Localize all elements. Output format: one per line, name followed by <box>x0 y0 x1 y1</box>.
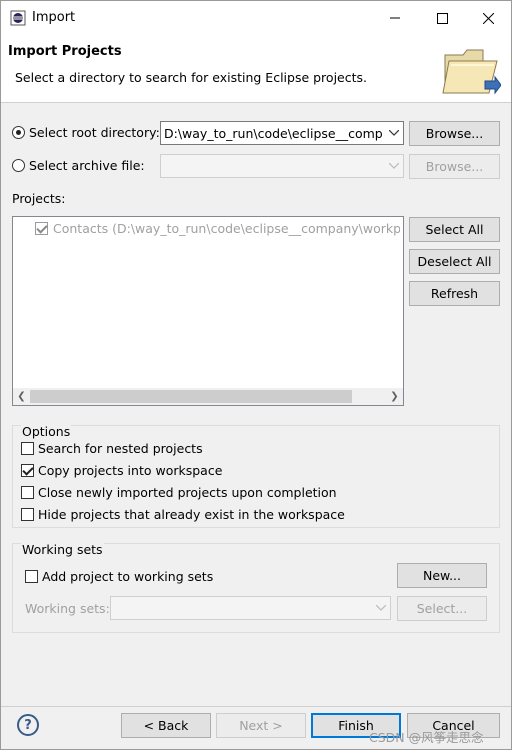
root-directory-combo[interactable]: D:\way_to_run\code\eclipse__company\work… <box>160 121 404 145</box>
scroll-left-icon[interactable]: ❮ <box>13 388 30 405</box>
hide-projects-label: Hide projects that already exist in the … <box>38 507 345 522</box>
page-title: Import Projects <box>8 44 122 59</box>
copy-projects-label: Copy projects into workspace <box>38 463 223 478</box>
close-button[interactable] <box>465 1 511 35</box>
nested-projects-label: Search for nested projects <box>38 441 203 456</box>
back-button[interactable]: < Back <box>121 713 211 738</box>
project-label: Contacts (D:\way_to_run\code\eclipse__co… <box>53 221 400 236</box>
new-working-set-button[interactable]: New... <box>397 563 487 588</box>
help-icon[interactable]: ? <box>17 714 39 736</box>
next-button[interactable]: Next > <box>216 713 306 738</box>
options-title: Options <box>21 424 72 439</box>
browse-archive-button[interactable]: Browse... <box>409 154 500 179</box>
root-directory-value: D:\way_to_run\code\eclipse__company\work… <box>164 125 383 141</box>
eclipse-icon <box>10 10 26 26</box>
refresh-button[interactable]: Refresh <box>409 281 500 306</box>
close-icon <box>482 12 494 24</box>
nested-projects-checkbox[interactable] <box>21 442 34 455</box>
wizard-header: Import Projects Select a directory to se… <box>1 35 511 103</box>
root-directory-radio[interactable] <box>12 126 25 139</box>
maximize-icon <box>436 12 448 24</box>
minimize-button[interactable] <box>372 1 418 35</box>
working-sets-title: Working sets <box>21 542 104 557</box>
chevron-down-icon <box>385 155 403 177</box>
scroll-right-icon[interactable]: ❯ <box>386 388 403 405</box>
select-working-sets-button[interactable]: Select... <box>397 596 487 621</box>
close-projects-label: Close newly imported projects upon compl… <box>38 485 337 500</box>
chevron-down-icon[interactable] <box>385 122 403 144</box>
browse-root-button[interactable]: Browse... <box>409 121 500 146</box>
chevron-down-icon <box>372 597 390 619</box>
archive-file-radio[interactable] <box>12 159 25 172</box>
watermark: CSDN @风筝走思念 <box>369 730 484 745</box>
projects-list[interactable]: Contacts (D:\way_to_run\code\eclipse__co… <box>12 216 404 406</box>
archive-file-option[interactable]: Select archive file: <box>12 158 145 173</box>
archive-file-label: Select archive file: <box>29 158 145 173</box>
deselect-all-button[interactable]: Deselect All <box>409 249 500 274</box>
add-to-working-sets-label: Add project to working sets <box>42 569 214 584</box>
add-to-working-sets-checkbox[interactable] <box>25 570 38 583</box>
option-nested-projects[interactable]: Search for nested projects <box>21 441 203 456</box>
hide-projects-checkbox[interactable] <box>21 508 34 521</box>
title-bar: Import <box>1 1 511 35</box>
root-directory-label: Select root directory: <box>29 125 160 140</box>
footer-divider <box>1 706 511 707</box>
project-checkbox[interactable] <box>35 222 48 235</box>
horizontal-scrollbar[interactable]: ❮ ❯ <box>13 388 403 405</box>
root-directory-option[interactable]: Select root directory: <box>12 125 160 140</box>
copy-projects-checkbox[interactable] <box>21 464 34 477</box>
minimize-icon <box>390 17 400 19</box>
add-to-working-sets-option[interactable]: Add project to working sets <box>25 569 213 584</box>
page-description: Select a directory to search for existin… <box>15 70 367 85</box>
import-dialog: Import Import Projects Select a director… <box>0 0 512 750</box>
maximize-button[interactable] <box>419 1 465 35</box>
option-hide-projects[interactable]: Hide projects that already exist in the … <box>21 507 345 522</box>
close-projects-checkbox[interactable] <box>21 486 34 499</box>
archive-file-combo[interactable] <box>160 154 404 178</box>
list-item[interactable]: Contacts (D:\way_to_run\code\eclipse__co… <box>35 221 400 236</box>
window-title: Import <box>32 10 76 25</box>
option-copy-projects[interactable]: Copy projects into workspace <box>21 463 222 478</box>
option-close-projects[interactable]: Close newly imported projects upon compl… <box>21 485 337 500</box>
folder-open-icon <box>441 43 502 99</box>
select-all-button[interactable]: Select All <box>409 217 500 242</box>
working-sets-combo[interactable] <box>110 596 391 620</box>
scrollbar-thumb[interactable] <box>30 390 352 403</box>
projects-label: Projects: <box>12 191 66 206</box>
working-sets-label: Working sets: <box>25 601 110 616</box>
